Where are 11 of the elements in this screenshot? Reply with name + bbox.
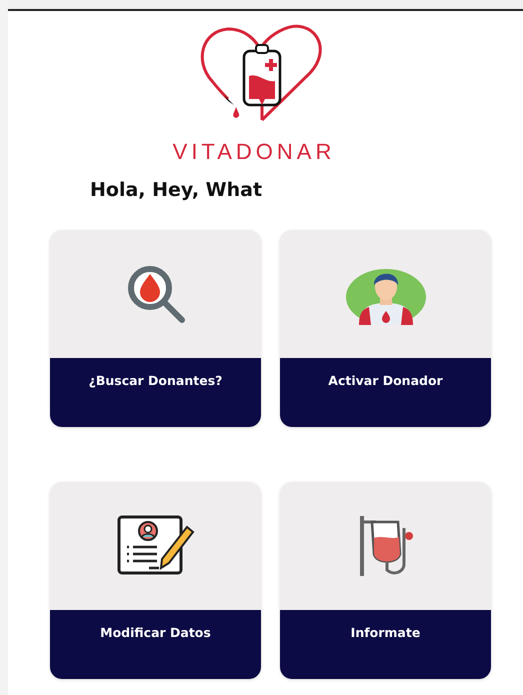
card-label: Activar Donador xyxy=(328,373,443,388)
document-pencil-icon xyxy=(114,515,196,577)
menu-card[interactable]: ¿Buscar Donantes? xyxy=(50,230,261,427)
brand-name: VITADONAR xyxy=(172,139,336,165)
card-label: ¿Buscar Donantes? xyxy=(88,373,222,388)
card-label: Informate xyxy=(350,625,420,640)
menu-card[interactable]: Activar Donador xyxy=(280,230,491,427)
greeting-text: Hola, Hey, What xyxy=(90,179,264,201)
menu-card[interactable]: Modificar Datos xyxy=(50,482,261,679)
menu-card[interactable]: Informate xyxy=(280,482,491,679)
card-label: Modificar Datos xyxy=(100,625,211,640)
